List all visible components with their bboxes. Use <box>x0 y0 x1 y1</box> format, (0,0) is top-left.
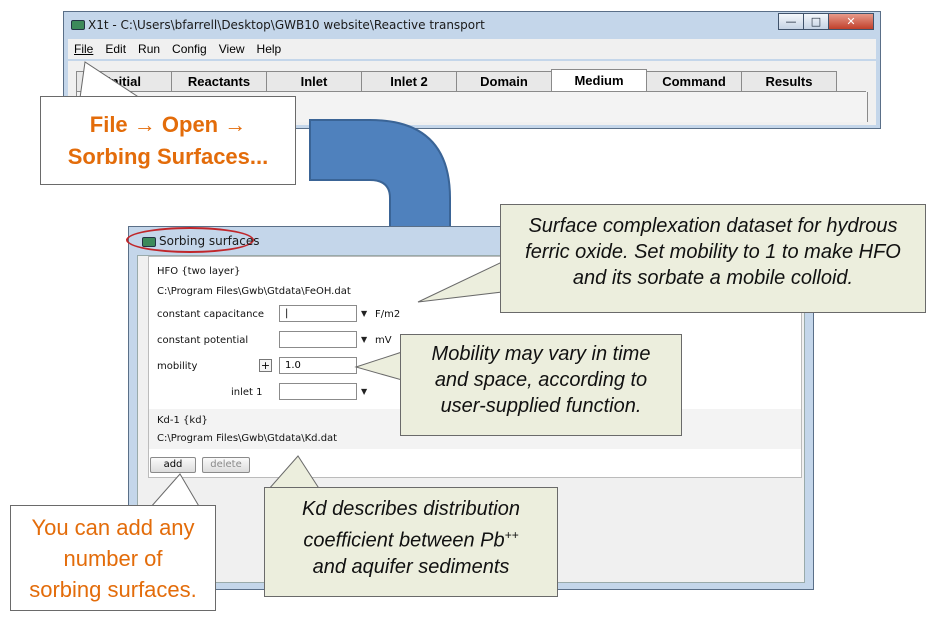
kd-callout: Kd describes distribution coefficient be… <box>264 487 558 597</box>
mobility-callout-line3: user-supplied function. <box>440 395 642 417</box>
mobility-callout-pointer <box>354 351 403 381</box>
add-callout-line2: number of <box>63 546 163 571</box>
hfo-callout-line2: ferric oxide. Set mobility to 1 to make … <box>525 241 901 263</box>
add-callout-line1: You can add any <box>31 515 195 540</box>
kd-callout-line1: Kd describes distribution <box>302 498 520 520</box>
kd-callout-line2: coefficient between Pb <box>303 529 505 552</box>
mobility-callout-line1: Mobility may vary in time <box>431 343 651 365</box>
hfo-callout: Surface complexation dataset for hydrous… <box>500 204 926 313</box>
add-callout-pointer <box>148 473 201 509</box>
add-callout-line3: sorbing surfaces. <box>29 577 197 602</box>
kd-callout-line3: and aquifer sediments <box>312 555 510 578</box>
kd-callout-superscript: ++ <box>504 528 519 542</box>
hfo-callout-line1: Surface complexation dataset for hydrous <box>528 215 898 237</box>
hfo-callout-pointer <box>417 261 503 303</box>
kd-callout-pointer <box>266 455 321 491</box>
hfo-callout-line3: and its sorbate a mobile colloid. <box>572 267 854 289</box>
kd-callout-line2-wrap: coefficient between Pb++ <box>265 522 557 554</box>
add-callout: You can add any number of sorbing surfac… <box>10 505 216 611</box>
mobility-callout: Mobility may vary in time and space, acc… <box>400 334 682 436</box>
mobility-callout-line2: and space, according to <box>434 369 648 391</box>
